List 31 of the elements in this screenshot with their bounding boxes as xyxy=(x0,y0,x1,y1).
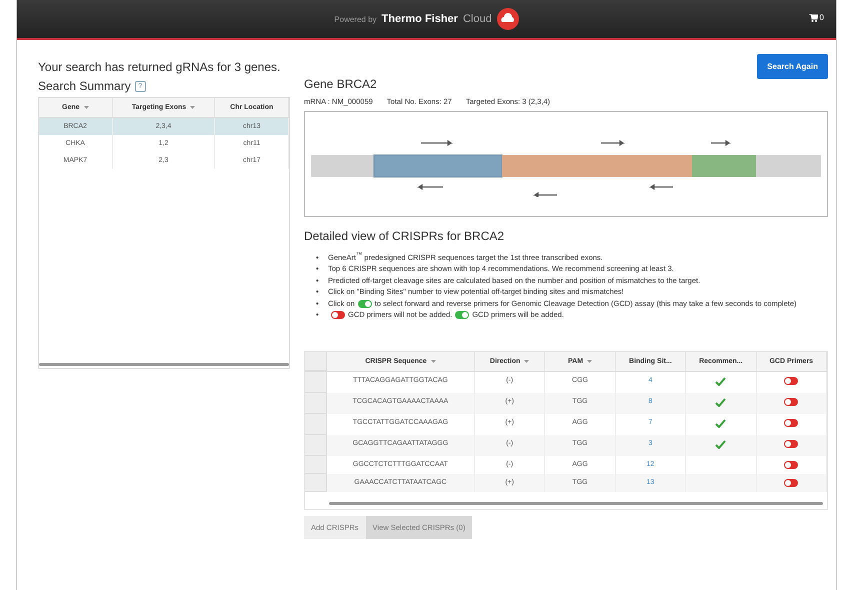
toggle-switch[interactable] xyxy=(784,440,798,448)
gene-title: Gene BRCA2 xyxy=(304,77,378,91)
scrollbar[interactable] xyxy=(39,363,289,366)
search-again-button[interactable]: Search Again xyxy=(757,54,828,79)
cloud-label: Cloud xyxy=(462,13,492,25)
brand-name: Thermo Fisher xyxy=(382,13,458,25)
summary-title: Search Summary xyxy=(38,79,131,93)
check-icon xyxy=(715,440,726,448)
cloud-logo-icon xyxy=(496,8,519,30)
toggle-switch[interactable] xyxy=(784,478,798,486)
toggle-switch[interactable] xyxy=(784,460,798,468)
toggle-switch[interactable] xyxy=(331,311,345,320)
toggle-switch[interactable] xyxy=(784,398,798,406)
sort-icon[interactable] xyxy=(84,106,89,109)
check-icon xyxy=(715,376,726,386)
powered-by-label: Powered by xyxy=(334,14,377,24)
results-headline: Your search has returned gRNAs for 3 genes. xyxy=(38,60,282,74)
scrollbar[interactable] xyxy=(329,502,823,504)
sort-icon[interactable] xyxy=(430,360,436,362)
check-icon xyxy=(715,418,726,428)
detail-title: Detailed view of CRISPRs for BRCA2 xyxy=(304,229,506,243)
toggle-switch[interactable] xyxy=(455,311,470,320)
toggle-switch[interactable] xyxy=(784,418,798,426)
cart-icon[interactable] xyxy=(808,14,818,22)
toggle-switch[interactable] xyxy=(358,300,372,308)
check-icon xyxy=(715,398,726,406)
sort-icon[interactable] xyxy=(524,360,530,362)
sort-icon[interactable] xyxy=(587,360,592,362)
toggle-switch[interactable] xyxy=(784,376,798,384)
cart-count: 0 xyxy=(820,13,824,22)
sort-icon[interactable] xyxy=(190,106,196,109)
